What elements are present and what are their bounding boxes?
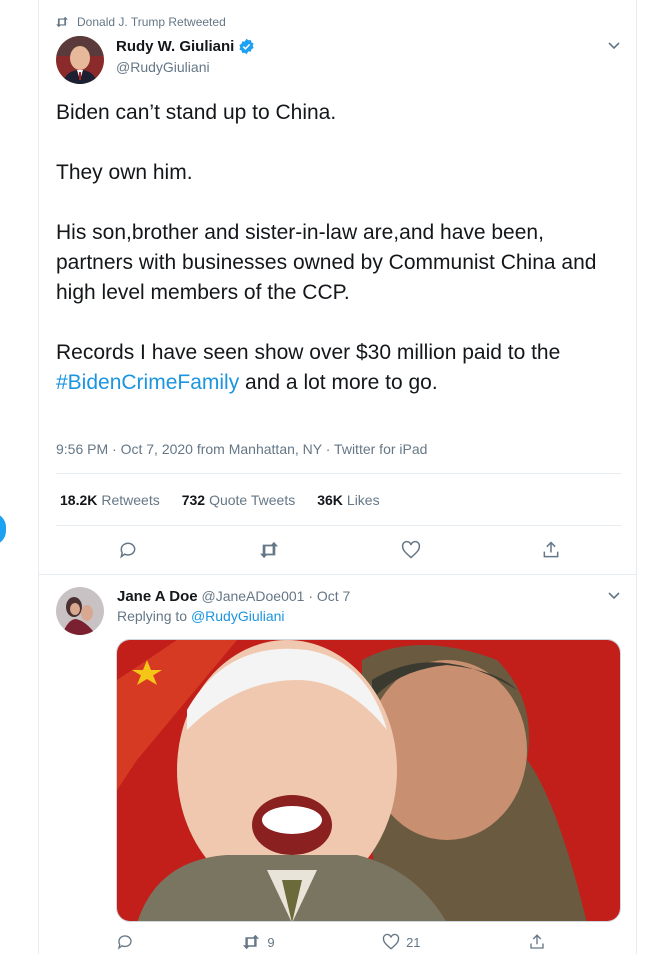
share-icon	[543, 541, 559, 558]
tweet-stats: 18.2K Retweets 732 Quote Tweets 36K Likes	[60, 492, 380, 508]
reply-media-image[interactable]	[116, 639, 621, 922]
tweet-text: Biden can’t stand up to China. They own …	[56, 98, 616, 398]
retweet-context[interactable]: Donald J. Trump Retweeted	[55, 15, 226, 29]
reply-actions: 9 21	[116, 933, 546, 951]
replying-to-handle[interactable]: @RudyGiuliani	[191, 608, 285, 624]
like-icon	[401, 540, 420, 559]
divider	[39, 574, 636, 575]
retweet-icon	[243, 934, 260, 950]
share-button[interactable]	[528, 933, 546, 951]
share-icon	[530, 934, 544, 949]
like-button[interactable]: 21	[382, 933, 421, 951]
reply-header: Jane A Doe @JaneADoe001 · Oct 7	[117, 588, 350, 605]
retweets-stat[interactable]: 18.2K Retweets	[60, 492, 160, 508]
reply-icon	[117, 935, 132, 950]
likes-stat[interactable]: 36K Likes	[317, 492, 379, 508]
replying-to: Replying to @RudyGiuliani	[117, 608, 285, 624]
retweet-button[interactable]	[258, 541, 280, 559]
retweet-icon	[260, 541, 279, 559]
retweet-context-label: Donald J. Trump Retweeted	[77, 15, 226, 29]
tweet-paragraph: They own him.	[56, 161, 193, 184]
chevron-down-icon[interactable]	[607, 591, 621, 601]
divider	[56, 525, 621, 526]
author-name[interactable]: Rudy W. Giuliani	[116, 38, 234, 55]
like-count: 21	[406, 934, 421, 950]
tweet-actions	[118, 540, 561, 560]
author-handle[interactable]: @RudyGiuliani	[116, 59, 210, 75]
like-button[interactable]	[401, 540, 421, 560]
reply-icon	[120, 542, 136, 559]
reply-button[interactable]	[118, 540, 138, 560]
reply-date[interactable]: · Oct 7	[308, 588, 350, 604]
quote-tweets-stat[interactable]: 732 Quote Tweets	[182, 492, 296, 508]
retweet-count: 9	[267, 934, 275, 950]
share-button[interactable]	[541, 540, 561, 560]
reply-button[interactable]	[116, 933, 134, 951]
reply-author-name[interactable]: Jane A Doe	[117, 588, 198, 605]
tweet-paragraph-final: Records I have seen show over $30 millio…	[56, 338, 616, 398]
side-indicator[interactable]	[0, 513, 6, 545]
chevron-down-icon[interactable]	[607, 41, 621, 51]
avatar[interactable]	[56, 36, 104, 84]
tweet-text-segment: and a lot more to go.	[239, 371, 438, 394]
divider	[56, 473, 621, 474]
tweet-paragraph: Biden can’t stand up to China.	[56, 101, 337, 124]
hashtag-link[interactable]: #BidenCrimeFamily	[56, 371, 239, 394]
verified-badge-icon	[239, 38, 254, 55]
retweet-button[interactable]: 9	[241, 934, 275, 950]
reply-avatar[interactable]	[56, 587, 104, 635]
reply-author-handle[interactable]: @JaneADoe001	[201, 588, 304, 604]
tweet-text-segment: Records I have seen show over $30 millio…	[56, 341, 567, 364]
replying-to-prefix: Replying to	[117, 608, 191, 624]
tweet-paragraph: His son,brother and sister-in-law are,an…	[56, 221, 603, 304]
tweet-meta[interactable]: 9:56 PM · Oct 7, 2020 from Manhattan, NY…	[56, 441, 427, 457]
retweet-icon	[56, 16, 68, 28]
like-icon	[382, 933, 400, 950]
